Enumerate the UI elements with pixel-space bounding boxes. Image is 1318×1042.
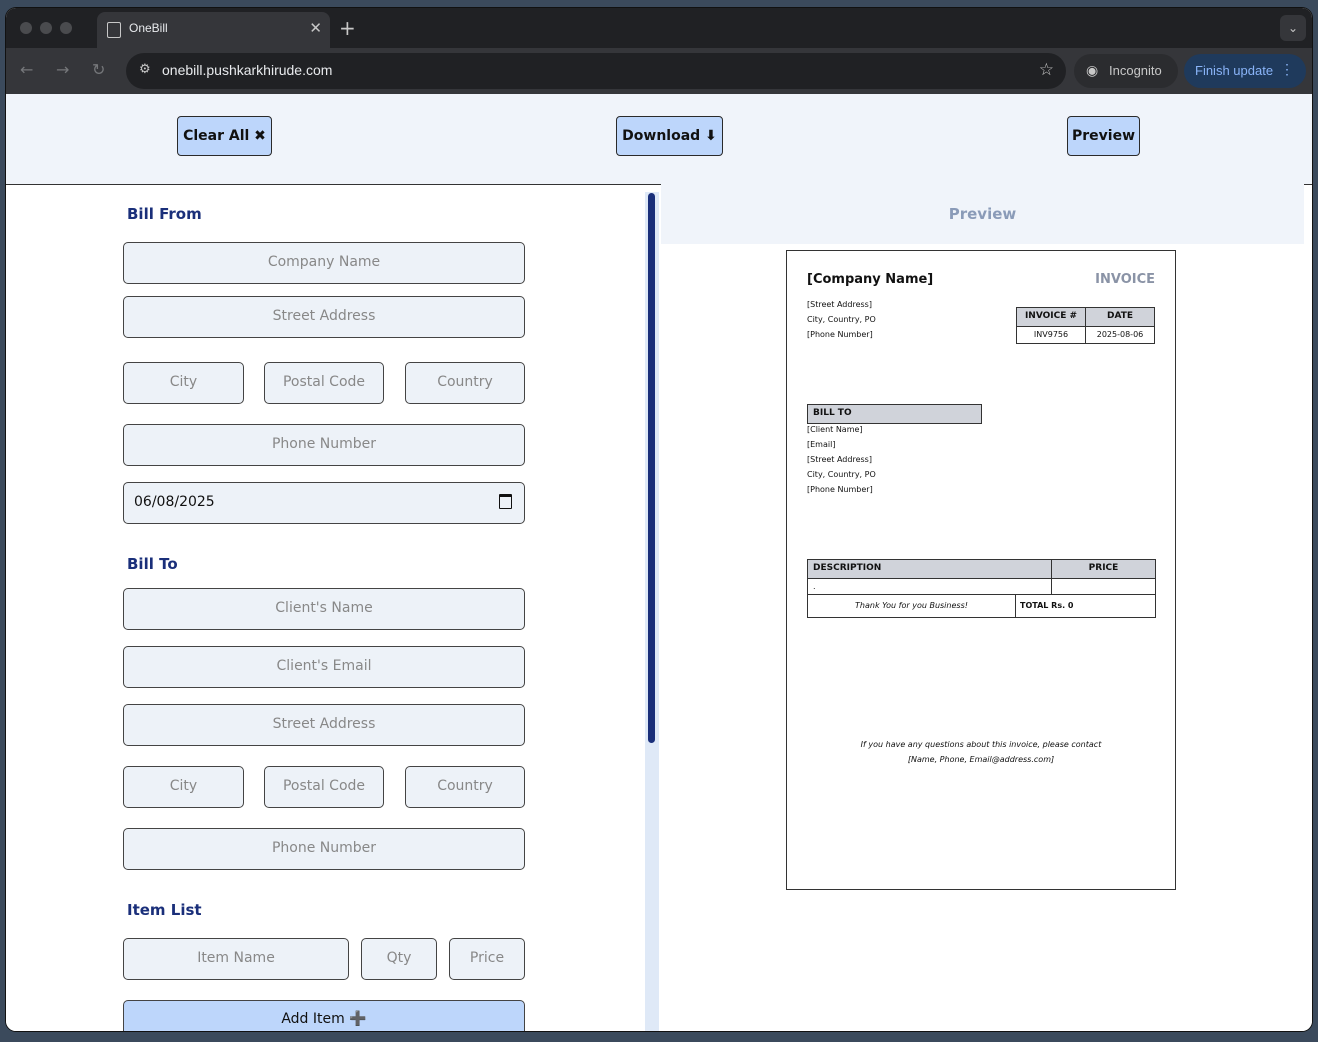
tab-strip: OneBill ✕ + ⌄ (6, 8, 1312, 48)
address-bar[interactable]: ⚙ onebill.pushkarkhirude.com ☆ (126, 53, 1066, 89)
app-header: Clear All ✖ Download ⬇ Preview (6, 94, 1312, 185)
client-phone-text: [Phone Number] (807, 485, 873, 494)
item-qty-input[interactable]: Qty (361, 938, 437, 980)
client-city-text: City, Country, PO (807, 470, 876, 479)
incognito-icon: ◉ (1086, 62, 1099, 78)
download-button[interactable]: Download ⬇ (616, 116, 723, 156)
invoice-city-line: City, Country, PO (807, 315, 876, 324)
page-icon (107, 22, 121, 38)
tab-onebill[interactable]: OneBill ✕ (97, 12, 330, 48)
street-address-input[interactable]: Street Address (123, 296, 525, 338)
invoice-date-input[interactable]: 06/08/2025 (123, 482, 525, 524)
tab-title: OneBill (129, 21, 168, 35)
country-input[interactable]: Country (405, 362, 525, 404)
preview-button[interactable]: Preview (1067, 116, 1140, 156)
minimize-window-icon[interactable] (40, 22, 52, 34)
invoice-date-header: DATE (1085, 307, 1155, 327)
item-name-input[interactable]: Item Name (123, 938, 349, 980)
browser-toolbar: ← → ↻ ⚙ onebill.pushkarkhirude.com ☆ ◉ I… (6, 48, 1312, 94)
invoice-footer-line2: [Name, Phone, Email@address.com] (907, 755, 1055, 764)
invoice-date-value: 2025-08-06 (1085, 326, 1155, 344)
client-email-input[interactable]: Client's Email (123, 646, 525, 688)
item-list-heading: Item List (127, 901, 202, 919)
date-value: 06/08/2025 (134, 494, 215, 510)
client-phone-input[interactable]: Phone Number (123, 828, 525, 870)
item-row-description: . (807, 578, 1052, 595)
invoice-number-header: INVOICE # (1016, 307, 1086, 327)
clear-all-button[interactable]: Clear All ✖ (177, 116, 272, 156)
client-country-input[interactable]: Country (405, 766, 525, 808)
bill-to-heading: Bill To (127, 555, 178, 573)
forward-icon[interactable]: → (56, 60, 69, 79)
invoice-total: TOTAL Rs. 0 (1015, 594, 1156, 618)
kebab-menu-icon[interactable]: ⋮ (1280, 61, 1294, 78)
client-name-input[interactable]: Client's Name (123, 588, 525, 630)
incognito-label: Incognito (1109, 63, 1162, 78)
incognito-indicator[interactable]: ◉ Incognito (1074, 54, 1178, 88)
form-scrollbar-thumb[interactable] (648, 193, 655, 743)
city-input[interactable]: City (123, 362, 244, 404)
client-street-text: [Street Address] (807, 455, 872, 464)
bookmark-star-icon[interactable]: ☆ (1039, 60, 1054, 80)
client-name-text: [Client Name] (807, 425, 863, 434)
invoice-title: INVOICE (1095, 272, 1155, 287)
preview-heading: Preview (661, 184, 1304, 244)
invoice-number-value: INV9756 (1016, 326, 1086, 344)
bill-to-header: BILL TO (807, 404, 982, 424)
url-text: onebill.pushkarkhirude.com (162, 62, 333, 78)
phone-number-input[interactable]: Phone Number (123, 424, 525, 466)
thank-you-note: Thank You for you Business! (807, 594, 1016, 618)
back-icon[interactable]: ← (20, 60, 33, 79)
item-row-price (1051, 578, 1156, 595)
browser-window: OneBill ✕ + ⌄ ← → ↻ ⚙ onebill.pushkarkhi… (6, 8, 1312, 1031)
client-postal-input[interactable]: Postal Code (264, 766, 384, 808)
invoice-preview: [Company Name] INVOICE [Street Address] … (786, 250, 1176, 890)
company-name-input[interactable]: Company Name (123, 242, 525, 284)
close-window-icon[interactable] (20, 22, 32, 34)
invoice-phone: [Phone Number] (807, 330, 873, 339)
client-city-input[interactable]: City (123, 766, 244, 808)
bill-from-heading: Bill From (127, 205, 202, 223)
invoice-footer-line1: If you have any questions about this inv… (860, 740, 1102, 749)
invoice-company-name: [Company Name] (807, 272, 934, 287)
close-tab-icon[interactable]: ✕ (309, 19, 322, 37)
description-header: DESCRIPTION (807, 559, 1052, 579)
item-price-input[interactable]: Price (449, 938, 525, 980)
postal-code-input[interactable]: Postal Code (264, 362, 384, 404)
price-header: PRICE (1051, 559, 1156, 579)
invoice-street: [Street Address] (807, 300, 872, 309)
tab-search-icon[interactable]: ⌄ (1280, 15, 1306, 41)
new-tab-icon[interactable]: + (339, 16, 356, 40)
finish-update-label: Finish update (1195, 63, 1274, 78)
page-content: Clear All ✖ Download ⬇ Preview Bill From… (6, 94, 1312, 1031)
reload-icon[interactable]: ↻ (92, 60, 105, 79)
finish-update-button[interactable]: Finish update ⋮ (1184, 54, 1306, 88)
client-street-input[interactable]: Street Address (123, 704, 525, 746)
zoom-window-icon[interactable] (60, 22, 72, 34)
site-settings-icon[interactable]: ⚙ (139, 62, 151, 77)
client-email-text: [Email] (807, 440, 836, 449)
add-item-button[interactable]: Add Item ➕ (123, 1000, 525, 1031)
calendar-icon[interactable] (499, 494, 512, 509)
